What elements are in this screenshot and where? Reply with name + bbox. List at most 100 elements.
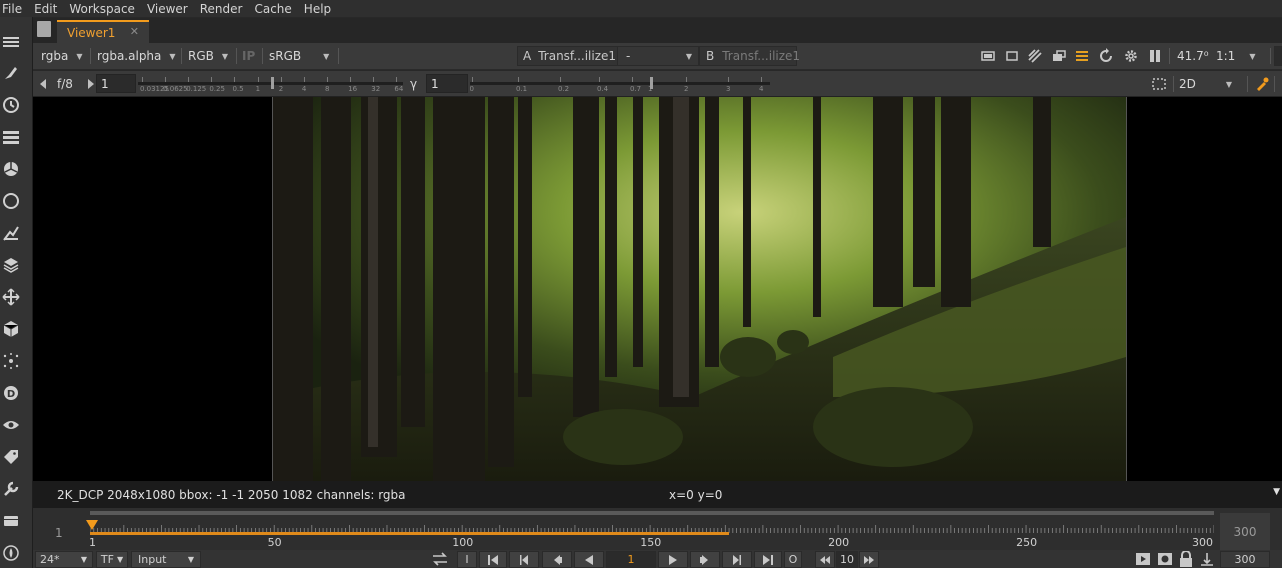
layer-dropdown[interactable]: rgba ▼: [41, 46, 82, 66]
time-clock-icon[interactable]: [0, 94, 22, 116]
settings-gear-icon[interactable]: [1122, 47, 1140, 65]
viewer-canvas[interactable]: [33, 97, 1282, 481]
input-b-dropdown[interactable]: B Transf...ilize1: [699, 46, 800, 66]
toolsets-wrench-icon[interactable]: [0, 478, 22, 500]
fstop-increment-button[interactable]: [87, 74, 95, 94]
chevron-down-icon: ▼: [323, 51, 330, 61]
transform-move-icon[interactable]: [0, 286, 22, 308]
channel-stack-icon[interactable]: [0, 126, 22, 148]
roi-icon[interactable]: [979, 47, 997, 65]
wipe-icon[interactable]: [1026, 47, 1044, 65]
menu-edit[interactable]: Edit: [28, 2, 63, 16]
skip-start-icon: [488, 554, 498, 565]
furnace-icon[interactable]: [0, 542, 22, 564]
skip-back-button[interactable]: [815, 551, 835, 568]
slider-tick-label: 0.125: [186, 85, 207, 93]
menu-workspace[interactable]: Workspace: [63, 2, 141, 16]
next-frame-button[interactable]: [690, 551, 720, 568]
end-frame-field[interactable]: 300: [1220, 551, 1270, 568]
compare-mode-dropdown[interactable]: - ▼: [617, 46, 699, 66]
timeline-start-frame[interactable]: 1: [55, 526, 63, 540]
previous-frame-button[interactable]: [542, 551, 572, 568]
gamma-slider[interactable]: 0 0.1 0.2 0.4 0.7 1 2 3 4: [470, 73, 770, 95]
colorspace-dropdown[interactable]: sRGB ▼: [269, 46, 329, 66]
slider-handle[interactable]: [650, 77, 653, 89]
pane-menu-handle[interactable]: [37, 21, 51, 37]
color-wheel-icon[interactable]: [0, 158, 22, 180]
info-expand-icon[interactable]: ▼: [1273, 487, 1280, 497]
draw-brush-icon[interactable]: [0, 62, 22, 84]
color-picker-icon[interactable]: [1253, 75, 1271, 93]
playhead-marker[interactable]: [86, 519, 98, 533]
input-process-toggle[interactable]: IP: [242, 46, 255, 66]
skip-end-icon: [763, 554, 773, 565]
chevron-left-icon: [40, 79, 46, 89]
next-keyframe-button[interactable]: [722, 551, 752, 568]
slider-track[interactable]: [470, 82, 770, 85]
slider-handle[interactable]: [270, 77, 274, 89]
roi-select-icon[interactable]: [1150, 75, 1168, 93]
input-b-label: B: [706, 49, 715, 63]
menu-help[interactable]: Help: [298, 2, 337, 16]
gain-slider[interactable]: 0.03125 0.0625 0.125 0.25 0.5 1 2 4 8 16 32 64: [138, 73, 403, 95]
clipping-warning-icon[interactable]: [1003, 47, 1021, 65]
refresh-icon[interactable]: [1097, 47, 1115, 65]
deep-icon[interactable]: D: [0, 382, 22, 404]
proxy-ratio-dropdown[interactable]: 1:1 ▼: [1216, 46, 1255, 66]
other-nodes-icon[interactable]: [0, 510, 22, 532]
out-point-button[interactable]: O: [784, 551, 802, 568]
fps-dropdown[interactable]: 24* ▼: [35, 551, 93, 568]
global-range-icon[interactable]: [1199, 551, 1215, 568]
playback-mode-icon[interactable]: [430, 551, 450, 568]
play-forward-button[interactable]: [658, 551, 688, 568]
gain-value: 1: [101, 76, 109, 91]
merge-layers-icon[interactable]: [0, 254, 22, 276]
play-backward-button[interactable]: [574, 551, 604, 568]
previous-keyframe-button[interactable]: [509, 551, 539, 568]
menu-cache[interactable]: Cache: [248, 2, 297, 16]
filter-sphere-icon[interactable]: [0, 190, 22, 212]
overlay-icon[interactable]: [1050, 47, 1068, 65]
last-frame-button[interactable]: [754, 551, 782, 568]
slider-tick-label: 3: [726, 85, 731, 93]
chevron-down-icon: ▼: [80, 555, 87, 564]
menu-viewer[interactable]: Viewer: [141, 2, 194, 16]
view-mode-dropdown[interactable]: 2D ▼: [1179, 74, 1232, 94]
metadata-tag-icon[interactable]: [0, 446, 22, 468]
views-eye-icon[interactable]: [0, 414, 22, 436]
keyer-icon[interactable]: [0, 222, 22, 244]
menu-file[interactable]: File: [0, 2, 28, 16]
pause-icon[interactable]: [1146, 47, 1164, 65]
record-icon[interactable]: [1157, 552, 1173, 568]
timecode-format-dropdown[interactable]: TF ▼: [96, 551, 128, 568]
first-frame-button[interactable]: [479, 551, 507, 568]
flipbook-icon[interactable]: [1135, 552, 1151, 568]
close-tab-icon[interactable]: ✕: [130, 25, 139, 38]
timeline-scrub-bar[interactable]: [90, 511, 1214, 515]
fstop-decrement-button[interactable]: [39, 74, 47, 94]
tab-viewer1[interactable]: Viewer1 ✕: [57, 20, 149, 43]
menu-render[interactable]: Render: [194, 2, 249, 16]
gamma-field[interactable]: 1: [426, 74, 468, 93]
channel-dropdown[interactable]: rgba.alpha ▼: [97, 46, 176, 66]
gain-field[interactable]: 1: [96, 74, 136, 93]
timeline-end-frame[interactable]: 300: [1220, 513, 1270, 550]
bbox-edge-right: [1126, 97, 1127, 481]
lut-stack-icon[interactable]: [1073, 47, 1091, 65]
display-channels-dropdown[interactable]: RGB ▼: [188, 46, 228, 66]
current-frame-field[interactable]: 1: [606, 551, 656, 568]
zoom-value[interactable]: 41.7⁰: [1177, 46, 1209, 66]
3d-cube-icon[interactable]: [0, 318, 22, 340]
range-mode-dropdown[interactable]: Input ▼: [131, 551, 201, 568]
in-point-button[interactable]: I: [457, 551, 477, 568]
lock-range-icon[interactable]: [1179, 550, 1193, 568]
slider-tick-label: 4: [301, 85, 307, 93]
gamma-symbol: γ: [410, 77, 418, 91]
pane-tab-bar: Viewer1 ✕: [33, 18, 1282, 43]
image-tools-icon[interactable]: [0, 31, 22, 53]
downrez-field[interactable]: [1274, 46, 1282, 66]
particles-icon[interactable]: [0, 350, 22, 372]
timeline-ruler[interactable]: 1 50 100 150 200 250 300: [86, 511, 1214, 549]
skip-forward-button[interactable]: [859, 551, 879, 568]
skip-increment-field[interactable]: 10: [836, 551, 858, 568]
